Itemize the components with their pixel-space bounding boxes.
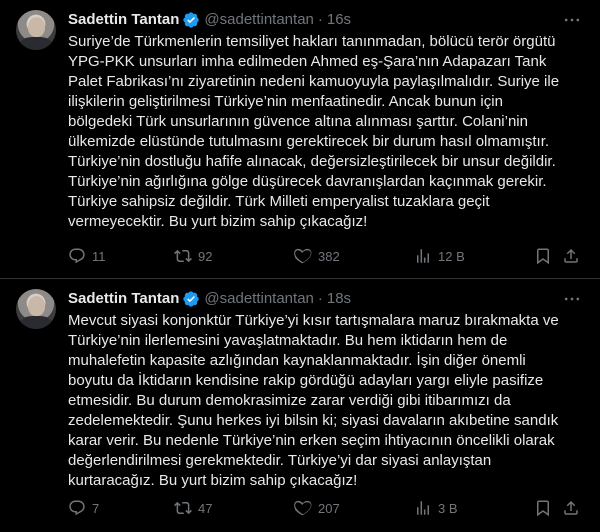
bookmark-button[interactable] (534, 499, 552, 517)
reply-button[interactable]: 11 (68, 247, 174, 265)
bookmark-button[interactable] (534, 247, 552, 265)
verified-badge-icon (183, 291, 200, 307)
reply-count: 7 (92, 500, 100, 516)
timestamp[interactable]: 16s (327, 10, 351, 30)
author-name[interactable]: Sadettin Tantan (68, 10, 179, 30)
retweet-count: 92 (198, 248, 213, 264)
reply-button[interactable]: 7 (68, 499, 174, 517)
separator-dot: · (317, 290, 323, 307)
reply-icon (69, 500, 85, 516)
like-icon (294, 500, 312, 516)
retweet-button[interactable]: 47 (174, 499, 294, 517)
views-icon (417, 249, 429, 263)
author-handle[interactable]: @sadettintantan (204, 289, 313, 309)
author-name[interactable]: Sadettin Tantan (68, 289, 179, 309)
like-count: 382 (318, 248, 340, 264)
tweet-header: Sadettin Tantan @sadettintantan · 18s (68, 289, 584, 309)
tweet-card[interactable]: Sadettin Tantan @sadettintantan · 18s Me… (0, 279, 600, 532)
more-icon[interactable] (562, 10, 582, 30)
tweet-text: Mevcut siyasi konjonktür Türkiye’yi kısı… (68, 312, 559, 489)
share-button[interactable] (562, 247, 580, 265)
tweet-header: Sadettin Tantan @sadettintantan · 16s (68, 10, 584, 30)
like-button[interactable]: 382 (294, 247, 414, 265)
share-button[interactable] (562, 499, 580, 517)
verified-badge-icon (183, 12, 200, 28)
like-icon (294, 248, 312, 264)
like-button[interactable]: 207 (294, 499, 414, 517)
avatar[interactable] (16, 289, 56, 329)
more-icon[interactable] (562, 289, 582, 309)
bookmark-icon (537, 248, 549, 265)
separator-dot: · (317, 11, 323, 28)
views-icon (417, 501, 429, 515)
bookmark-icon (537, 500, 549, 517)
avatar[interactable] (16, 10, 56, 50)
views-count: 3 B (438, 500, 458, 516)
like-count: 207 (318, 500, 340, 516)
retweet-count: 47 (198, 500, 213, 516)
views-button[interactable]: 12 B (414, 247, 514, 265)
share-icon (564, 248, 578, 263)
tweet-text: Suriye’de Türkmenlerin temsiliyet haklar… (68, 33, 560, 230)
retweet-button[interactable]: 92 (174, 247, 294, 265)
tweet-card[interactable]: Sadettin Tantan @sadettintantan · 16s Su… (0, 0, 600, 279)
tweet-actions: 7 47 207 3 B (68, 498, 584, 518)
author-handle[interactable]: @sadettintantan (204, 10, 313, 30)
views-count: 12 B (438, 248, 465, 264)
tweet-actions: 11 92 382 12 B (68, 246, 584, 266)
retweet-icon (174, 501, 192, 515)
retweet-icon (174, 249, 192, 263)
timestamp[interactable]: 18s (327, 289, 351, 309)
share-icon (564, 500, 578, 515)
timeline-feed: Sadettin Tantan @sadettintantan · 16s Su… (0, 0, 600, 532)
views-button[interactable]: 3 B (414, 499, 514, 517)
reply-icon (69, 248, 85, 264)
reply-count: 11 (92, 248, 106, 264)
